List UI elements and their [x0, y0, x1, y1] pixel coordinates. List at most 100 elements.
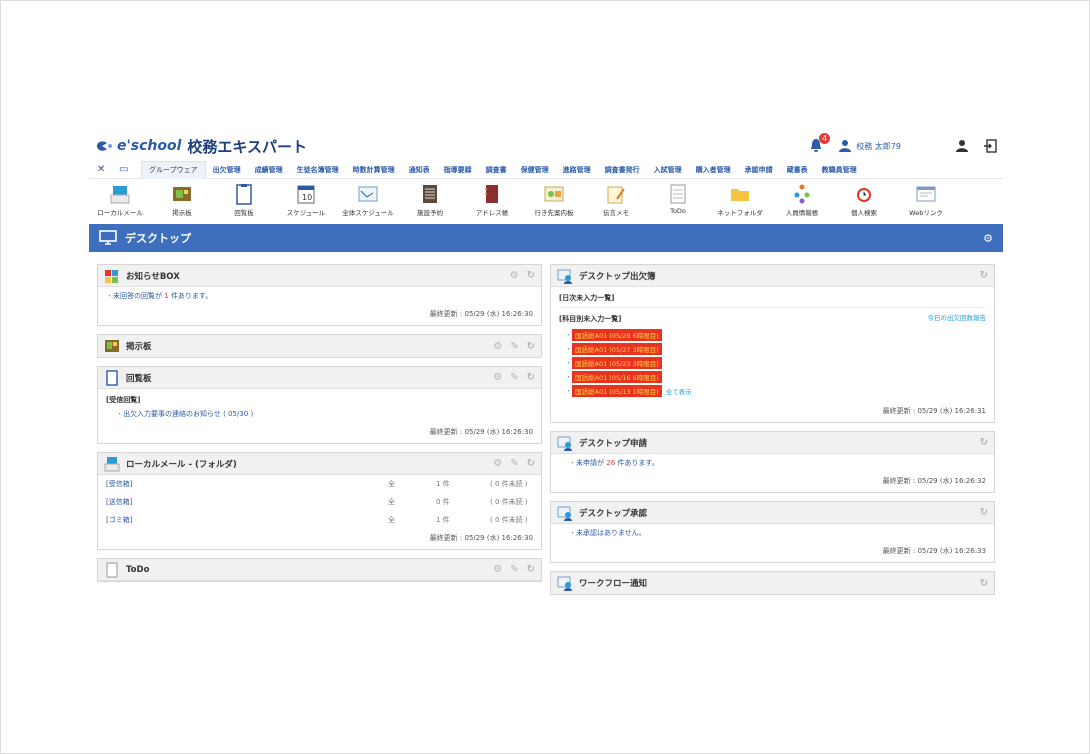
folder-name[interactable]: [受信箱] — [106, 479, 388, 489]
mail-folder-row[interactable]: [送信箱] 全 0 件 ( 0 件未読 ) — [98, 493, 541, 511]
logout-icon[interactable] — [983, 139, 997, 153]
tool-net-folder[interactable]: ネットフォルダ — [709, 183, 771, 217]
user-window-icon — [557, 436, 572, 451]
folder-mark: 全 — [388, 498, 395, 506]
tool-web-link[interactable]: Webリンク — [895, 183, 957, 217]
menu-item-attendance[interactable]: 出欠管理 — [206, 165, 248, 175]
menu-item-purchaser[interactable]: 購入者管理 — [689, 165, 738, 175]
tool-label: スケジュール — [286, 209, 326, 217]
refresh-icon[interactable]: ↻ — [980, 437, 988, 448]
user-menu[interactable]: 校務 太郎79 — [838, 139, 901, 153]
edit-pencil-icon[interactable]: ✎ — [510, 458, 518, 469]
last-updated: 最終更新 : 05/29 (水) 16:26:30 — [429, 310, 533, 318]
panel-title: 掲示板 — [126, 342, 152, 352]
monitor-icon — [99, 230, 117, 245]
request-line[interactable]: 未申請が 26 件あります。 — [569, 459, 659, 467]
folder-name[interactable]: [ゴミ箱] — [106, 515, 388, 525]
tool-local-mail[interactable]: ローカルメール — [89, 183, 151, 217]
refresh-icon[interactable]: ↻ — [527, 564, 535, 575]
menu-item-grades[interactable]: 成績管理 — [248, 165, 290, 175]
refresh-icon[interactable]: ↻ — [527, 458, 535, 469]
notification-badge: 4 — [819, 133, 831, 144]
tool-schedule[interactable]: 10 スケジュール — [275, 183, 337, 217]
refresh-icon[interactable]: ↻ — [527, 372, 535, 383]
settings-gear-icon[interactable]: ⚙ — [510, 270, 519, 281]
folder-unread: ( 0 件未読 ) — [490, 516, 528, 524]
user-window-icon — [557, 576, 572, 591]
edit-pencil-icon[interactable]: ✎ — [510, 372, 518, 383]
bulletin-board-panel: 掲示板 ⚙ ✎ ↻ — [97, 334, 542, 358]
menu-item-health[interactable]: 保健管理 — [514, 165, 556, 175]
desktop-settings-gear-icon[interactable]: ⚙ — [983, 232, 993, 245]
tool-personal-search[interactable]: 個人検索 — [833, 183, 895, 217]
menu-item-career[interactable]: 進路管理 — [556, 165, 598, 175]
desktop-request-panel: デスクトップ申請 ↻ 未申請が 26 件あります。 最終更新 : 05/29 (… — [550, 431, 995, 493]
refresh-icon[interactable]: ↻ — [980, 270, 988, 281]
edit-pencil-icon[interactable]: ✎ — [510, 341, 518, 352]
logo-mark-icon — [97, 141, 112, 151]
menu-item-approval-request[interactable]: 承認申請 — [738, 165, 780, 175]
mail-folder-row[interactable]: [ゴミ箱] 全 1 件 ( 0 件未読 ) — [98, 511, 541, 529]
attendance-report-link[interactable]: 今日の出欠回数報告 — [928, 312, 987, 328]
menu-item-admission[interactable]: 入試管理 — [647, 165, 689, 175]
menu-item-survey-issue[interactable]: 調査書発行 — [598, 165, 647, 175]
refresh-icon[interactable]: ↻ — [980, 507, 988, 518]
desktop-title: デスクトップ — [125, 232, 191, 245]
settings-gear-icon[interactable]: ⚙ — [493, 458, 502, 469]
attendance-alert-item[interactable]: 国語総A01 (05/28 6時限目) — [572, 329, 662, 341]
refresh-icon[interactable]: ↻ — [527, 270, 535, 281]
refresh-icon[interactable]: ↻ — [980, 578, 988, 589]
request-suffix: 件あります。 — [617, 459, 659, 467]
settings-gear-icon[interactable]: ⚙ — [493, 564, 502, 575]
approval-line[interactable]: 未承認はありません。 — [569, 529, 646, 537]
last-updated: 最終更新 : 05/29 (水) 16:26:30 — [429, 428, 533, 436]
menu-item-groupware[interactable]: グループウェア — [141, 160, 206, 179]
tool-memo[interactable]: 伝言メモ — [585, 183, 647, 217]
menu-item-report-card[interactable]: 通知表 — [402, 165, 437, 175]
folder-mark: 全 — [388, 480, 395, 488]
ledger-icon — [423, 185, 437, 203]
close-icon[interactable]: ✕ — [97, 164, 119, 175]
calendar-icon[interactable]: ▭ — [119, 164, 141, 175]
tool-facility-booking[interactable]: 施設予約 — [399, 183, 461, 217]
folder-mark: 全 — [388, 516, 395, 524]
mail-folder-row[interactable]: [受信箱] 全 1 件 ( 0 件未読 ) — [98, 475, 541, 493]
edit-pencil-icon[interactable]: ✎ — [510, 564, 518, 575]
attendance-alert-item[interactable]: 国語総A01 (05/23 3時限目) — [572, 357, 662, 369]
settings-gear-icon[interactable]: ⚙ — [493, 372, 502, 383]
refresh-icon[interactable]: ↻ — [527, 341, 535, 352]
menu-item-books[interactable]: 蔵書表 — [780, 165, 815, 175]
tool-staff-info[interactable]: 人員情報帳 — [771, 183, 833, 217]
svg-text:10: 10 — [302, 193, 312, 202]
tool-all-schedule[interactable]: 全体スケジュール — [337, 183, 399, 217]
settings-gear-icon[interactable]: ⚙ — [493, 341, 502, 352]
notice-box-panel: お知らせBOX ⚙ ↻ 未回答の回覧が 1 件あります。 最終更新 : 05/29… — [97, 264, 542, 326]
tool-bulletin-board[interactable]: 掲示板 — [151, 183, 213, 217]
attendance-alert-item[interactable]: 国語総A01 (05/27 3時限目) — [572, 343, 662, 355]
show-all-link[interactable]: 全て表示 — [666, 386, 692, 396]
notification-button[interactable]: 4 — [808, 133, 831, 154]
location-board-icon — [544, 186, 564, 202]
tool-address-book[interactable]: アドレス帳 — [461, 183, 523, 217]
menu-item-staff[interactable]: 教職員管理 — [815, 165, 864, 175]
tool-todo[interactable]: ToDo — [647, 183, 709, 215]
menu-item-survey[interactable]: 調査書 — [479, 165, 514, 175]
folder-name[interactable]: [送信箱] — [106, 497, 388, 507]
menu-item-records[interactable]: 指導要録 — [437, 165, 479, 175]
profile-icon[interactable] — [955, 139, 969, 153]
menu-item-student-roster[interactable]: 生徒名簿管理 — [290, 165, 346, 175]
board-icon — [105, 340, 119, 352]
tool-circular[interactable]: 回覧板 — [213, 183, 275, 217]
notice-line[interactable]: 未回答の回覧が 1 件あります。 — [106, 292, 212, 300]
attendance-alert-item[interactable]: 国語総A01 (05/16 6時限目) — [572, 371, 662, 383]
tool-destination-board[interactable]: 行き先案内板 — [523, 183, 585, 217]
tool-label: 全体スケジュール — [342, 209, 394, 217]
menu-item-hours[interactable]: 時数計算管理 — [346, 165, 402, 175]
app-header: e'school 校務エキスパート 4 校務 太郎79 — [89, 131, 1003, 161]
last-updated: 最終更新 : 05/29 (水) 16:26:31 — [882, 407, 986, 415]
circular-item[interactable]: 出欠入力要事の連絡のお知らせ ( 05/30 ) — [116, 410, 253, 418]
attendance-alert-item[interactable]: 国語総A01 (05/13 1時限目) — [572, 385, 662, 397]
notice-count: 1 — [164, 292, 169, 300]
logo[interactable]: e'school 校務エキスパート — [95, 136, 307, 157]
tool-label: 個人検索 — [851, 209, 877, 217]
